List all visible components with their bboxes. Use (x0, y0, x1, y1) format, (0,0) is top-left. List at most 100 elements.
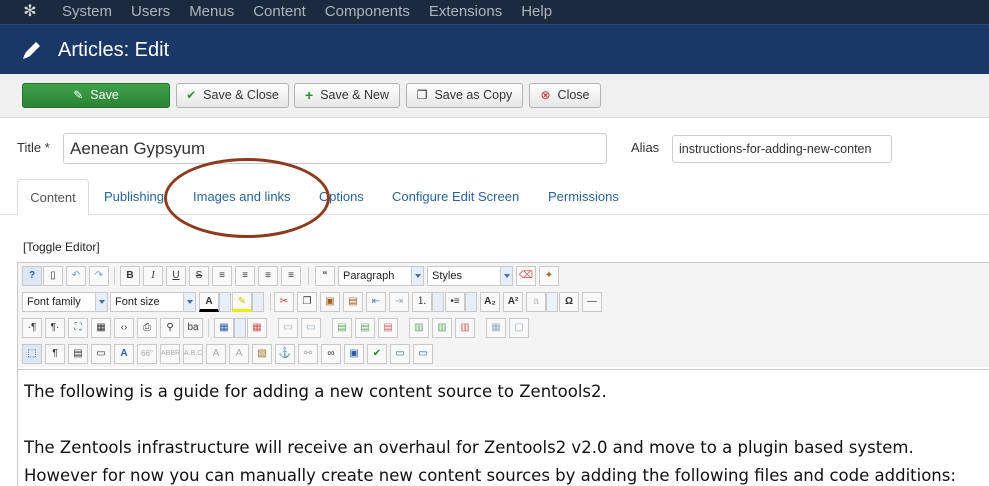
tab-configure-edit-screen[interactable]: Configure Edit Screen (392, 179, 519, 215)
horizontal-rule-icon[interactable]: — (582, 292, 602, 312)
toggle-editor-link[interactable]: [Toggle Editor] (23, 240, 100, 254)
new-document-icon[interactable]: ▯ (43, 266, 63, 286)
layer-icon[interactable]: ▭ (413, 344, 433, 364)
unordered-list-icon[interactable]: •≡ (445, 292, 465, 312)
ordered-list-icon[interactable]: ⒈ (412, 292, 432, 312)
format-select[interactable]: Paragraph (338, 266, 424, 286)
styles-icon[interactable]: A (114, 344, 134, 364)
styles-select[interactable]: Styles (427, 266, 513, 286)
table-row-props-icon[interactable]: ▭ (278, 318, 298, 338)
anchor-icon[interactable]: ⚓ (275, 344, 295, 364)
menu-users[interactable]: Users (131, 0, 170, 24)
text-color-icon[interactable]: A (199, 292, 219, 312)
title-input[interactable]: Aenean Gypsyum (63, 133, 607, 164)
chevron-down-icon[interactable] (252, 292, 264, 312)
joomla-logo-icon[interactable]: ✻ (22, 4, 38, 20)
link-icon[interactable]: ∞ (321, 344, 341, 364)
chevron-down-icon[interactable] (432, 292, 444, 312)
col-before-icon[interactable]: ▥ (409, 318, 429, 338)
insertion-icon[interactable]: A (229, 344, 249, 364)
search-icon[interactable]: ⚲ (160, 318, 180, 338)
visual-aid-icon[interactable]: ⬚ (22, 344, 42, 364)
image-icon[interactable]: ▣ (344, 344, 364, 364)
menu-content[interactable]: Content (253, 0, 306, 24)
unlink-icon[interactable]: ⚯ (298, 344, 318, 364)
subscript-icon[interactable]: A₂ (480, 292, 500, 312)
superscript-icon[interactable]: A² (503, 292, 523, 312)
help-icon[interactable]: ? (22, 266, 42, 286)
template-icon[interactable]: ▭ (91, 344, 111, 364)
menu-extensions[interactable]: Extensions (429, 0, 502, 24)
align-justify-icon[interactable]: ≡ (212, 266, 232, 286)
strikethrough-icon[interactable]: S (189, 266, 209, 286)
delete-table-icon[interactable]: ▦ (247, 318, 267, 338)
eraser-icon[interactable]: ⌫ (516, 266, 536, 286)
split-cells-icon[interactable]: ▦ (486, 318, 506, 338)
menu-help[interactable]: Help (521, 0, 552, 24)
font-family-select[interactable]: Font family (22, 292, 108, 312)
menu-components[interactable]: Components (325, 0, 410, 24)
font-size-select[interactable]: Font size (110, 292, 196, 312)
media-icon[interactable]: ▭ (390, 344, 410, 364)
replace-icon[interactable]: ba (183, 318, 203, 338)
align-right-icon[interactable]: ≡ (281, 266, 301, 286)
language-icon[interactable]: a (526, 292, 546, 312)
show-blocks-icon[interactable]: ¶ (45, 344, 65, 364)
attributes-icon[interactable]: ▧ (252, 344, 272, 364)
print-icon[interactable]: ⎙ (137, 318, 157, 338)
outdent-icon[interactable]: ⇤ (366, 292, 386, 312)
menu-menus[interactable]: Menus (189, 0, 234, 24)
paste-icon[interactable]: ▣ (320, 292, 340, 312)
special-character-icon[interactable]: Ω (559, 292, 579, 312)
merge-cells-icon[interactable]: ▢ (509, 318, 529, 338)
cite-icon[interactable]: 66" (137, 344, 157, 364)
tab-permissions[interactable]: Permissions (548, 179, 619, 215)
bold-icon[interactable]: B (120, 266, 140, 286)
code-icon[interactable]: ‹› (114, 318, 134, 338)
save-copy-button[interactable]: ❐ Save as Copy (406, 83, 523, 108)
save-button[interactable]: ✎ Save (22, 83, 170, 108)
italic-icon[interactable]: I (143, 266, 163, 286)
col-after-icon[interactable]: ▥ (432, 318, 452, 338)
chevron-down-icon[interactable] (546, 292, 558, 312)
chevron-down-icon[interactable] (219, 292, 231, 312)
delete-col-icon[interactable]: ▥ (455, 318, 475, 338)
menu-system[interactable]: System (62, 0, 112, 24)
row-after-icon[interactable]: ▤ (355, 318, 375, 338)
cut-icon[interactable]: ✂ (274, 292, 294, 312)
alias-input[interactable]: instructions-for-adding-new-conten (672, 135, 892, 163)
blockquote-icon[interactable]: “ (315, 266, 335, 286)
table-cell-props-icon[interactable]: ▭ (301, 318, 321, 338)
ltr-icon[interactable]: ·¶ (22, 318, 42, 338)
chevron-down-icon[interactable] (465, 292, 477, 312)
insert-table-icon[interactable]: ▦ (214, 318, 234, 338)
deletion-icon[interactable]: A (206, 344, 226, 364)
indent-icon[interactable]: ⇥ (389, 292, 409, 312)
copy-icon[interactable]: ❐ (297, 292, 317, 312)
row-before-icon[interactable]: ▤ (332, 318, 352, 338)
chevron-down-icon[interactable] (234, 318, 246, 338)
cleanup-brush-icon[interactable]: ✦ (539, 266, 559, 286)
redo-icon[interactable]: ↷ (89, 266, 109, 286)
delete-row-icon[interactable]: ▤ (378, 318, 398, 338)
highlight-color-icon[interactable]: ✎ (232, 292, 252, 312)
undo-icon[interactable]: ↶ (66, 266, 86, 286)
nonbreaking-icon[interactable]: ▤ (68, 344, 88, 364)
abbr-icon[interactable]: ABBR (160, 344, 180, 364)
editor-content-area[interactable]: The following is a guide for adding a ne… (18, 369, 989, 486)
rtl-icon[interactable]: ¶· (45, 318, 65, 338)
spellcheck-icon[interactable]: ✔ (367, 344, 387, 364)
title-label: Title * (17, 140, 50, 155)
align-left-icon[interactable]: ≡ (258, 266, 278, 286)
save-close-button[interactable]: ✔ Save & Close (176, 83, 289, 108)
acronym-icon[interactable]: A.B.C (183, 344, 203, 364)
save-new-button[interactable]: + Save & New (294, 83, 400, 108)
tab-publishing[interactable]: Publishing (104, 179, 164, 215)
align-center-icon[interactable]: ≡ (235, 266, 255, 286)
fullscreen-icon[interactable]: ⛶ (68, 318, 88, 338)
paste-text-icon[interactable]: ▤ (343, 292, 363, 312)
underline-icon[interactable]: U (166, 266, 186, 286)
close-button[interactable]: ⊗ Close (529, 83, 601, 108)
tab-content[interactable]: Content (17, 179, 89, 216)
preview-icon[interactable]: ▦ (91, 318, 111, 338)
